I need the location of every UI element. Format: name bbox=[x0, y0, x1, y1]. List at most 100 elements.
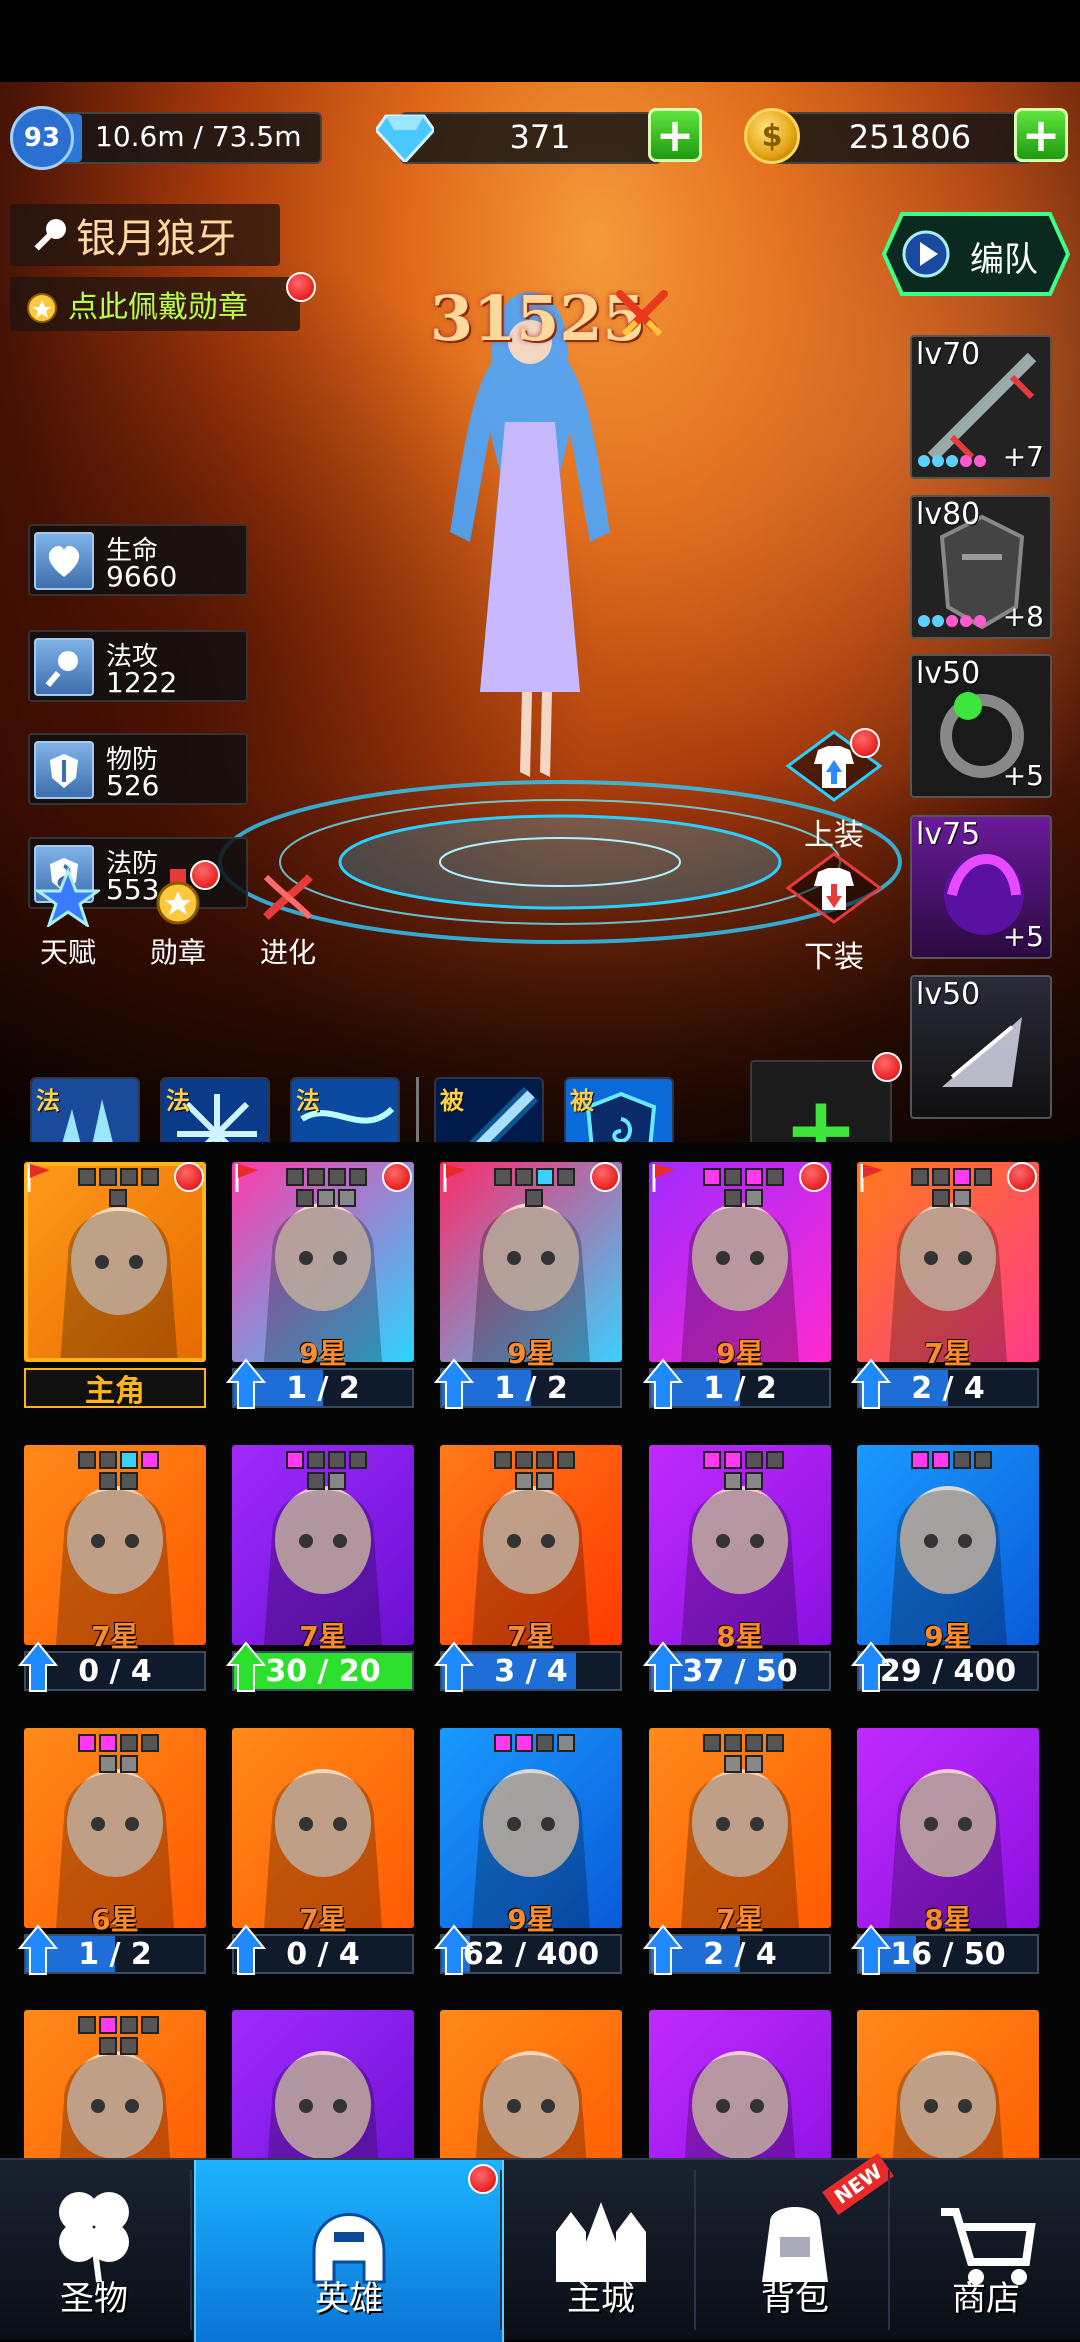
equip-up-label: 上装 bbox=[804, 818, 864, 853]
nav-separator bbox=[888, 2170, 890, 2330]
gem-dot bbox=[974, 615, 986, 627]
skill-slot-1[interactable]: 法 bbox=[160, 1077, 270, 1142]
gem-slot bbox=[77, 2016, 96, 2034]
upgrade-arrow-icon bbox=[18, 1641, 58, 1692]
upgrade-arrow-icon bbox=[643, 1641, 683, 1692]
nav-backpack[interactable]: 背包 NEW bbox=[698, 2152, 894, 2342]
hero-card[interactable]: 7星 30 / 20 bbox=[226, 1445, 414, 1700]
nav-separator bbox=[500, 2170, 502, 2330]
skill-slot-3[interactable]: 被 bbox=[434, 1077, 544, 1142]
skill-divider bbox=[416, 1077, 419, 1142]
gem-slot bbox=[119, 1472, 138, 1490]
equipment-slot-3[interactable]: lv75 +5 bbox=[910, 815, 1052, 959]
notification-dot bbox=[799, 1162, 829, 1192]
player-level-badge[interactable]: 93 bbox=[10, 106, 74, 170]
gem-slot bbox=[514, 1734, 533, 1752]
gem-slot bbox=[77, 1168, 96, 1186]
gem-slot bbox=[119, 2037, 138, 2055]
hero-shard-count: 1 / 2 bbox=[703, 1370, 777, 1406]
gem-slot bbox=[514, 1472, 533, 1490]
nav-shopping-cart[interactable]: 商店 bbox=[892, 2160, 1080, 2342]
flag-icon bbox=[443, 1164, 466, 1192]
equipment-slot-1[interactable]: lv80 +8 bbox=[910, 495, 1052, 639]
talent-button[interactable]: 天赋 bbox=[28, 867, 108, 971]
magic-wand-icon-glyph bbox=[45, 651, 78, 687]
magic-wand-icon bbox=[34, 638, 94, 696]
gem-slot bbox=[556, 1734, 575, 1752]
upgrade-arrow-icon bbox=[851, 1358, 891, 1409]
add-gold-button[interactable]: + bbox=[1014, 108, 1068, 162]
gem-slot bbox=[140, 1734, 159, 1752]
gem-slot bbox=[723, 1755, 742, 1773]
gem-slot bbox=[952, 1451, 971, 1469]
stat-0: 生命 9660 bbox=[28, 524, 248, 596]
nav-label: 圣物 bbox=[60, 2279, 128, 2319]
hero-card[interactable]: 9星 62 / 400 bbox=[434, 1728, 622, 1983]
gem-slot bbox=[556, 1168, 575, 1186]
equipment-slot-2[interactable]: lv50 +5 bbox=[910, 654, 1052, 798]
gem-slot bbox=[702, 1734, 721, 1752]
hero-card[interactable]: 7星 2 / 4 bbox=[851, 1162, 1039, 1417]
sword-shield-icon bbox=[34, 741, 94, 799]
gem-slot bbox=[744, 1168, 763, 1186]
nav-clover[interactable]: 圣物 bbox=[0, 2160, 188, 2342]
wear-medal-button[interactable]: 点此佩戴勋章 bbox=[10, 277, 300, 331]
skill-type-tag: 法 bbox=[296, 1087, 320, 1115]
flag-icon bbox=[652, 1164, 675, 1192]
gem-slot bbox=[77, 1451, 96, 1469]
gem-slot bbox=[98, 1472, 117, 1490]
gem-slot bbox=[931, 1189, 950, 1207]
gem-slot bbox=[327, 1168, 346, 1186]
equipment-slot-4[interactable]: lv50 bbox=[910, 975, 1052, 1119]
equipment-level: lv50 bbox=[916, 977, 981, 1012]
add-gems-button[interactable]: + bbox=[648, 108, 702, 162]
skill-slot-2[interactable]: 法 bbox=[290, 1077, 400, 1142]
skill-slot-4[interactable]: 被 bbox=[564, 1077, 674, 1142]
skill-type-tag: 被 bbox=[570, 1087, 594, 1115]
evolve-button[interactable]: 进化 bbox=[248, 867, 328, 971]
gem-slot bbox=[348, 1168, 367, 1186]
gem-slot bbox=[77, 1734, 96, 1752]
hero-shard-count: 1 / 2 bbox=[494, 1370, 568, 1406]
hero-card[interactable]: 主角 bbox=[24, 1162, 206, 1417]
equip-down-button[interactable]: 下装 bbox=[784, 852, 884, 975]
hero-gem-slots bbox=[901, 1168, 1001, 1207]
hero-card[interactable]: 9星 1 / 2 bbox=[226, 1162, 414, 1417]
nav-separator bbox=[190, 2170, 192, 2330]
skill-slot-0[interactable]: 法 bbox=[30, 1077, 140, 1142]
gold-count: 251806 bbox=[848, 118, 972, 156]
hero-card[interactable]: 8星 37 / 50 bbox=[643, 1445, 831, 1700]
gem-slot bbox=[98, 1755, 117, 1773]
gem-slot bbox=[285, 1168, 304, 1186]
nav-label: 背包 bbox=[761, 2279, 829, 2319]
gem-slot bbox=[140, 1168, 159, 1186]
gem-slot bbox=[306, 1168, 325, 1186]
gem-slot bbox=[140, 2016, 159, 2034]
evolve-label: 进化 bbox=[259, 936, 316, 969]
gem-slot bbox=[119, 2016, 138, 2034]
gem-slot bbox=[119, 1755, 138, 1773]
gem-slot bbox=[98, 1451, 117, 1469]
hero-card[interactable]: 9星 29 / 400 bbox=[851, 1445, 1039, 1700]
gem-slot bbox=[723, 1451, 742, 1469]
hero-card[interactable]: 7星 2 / 4 bbox=[643, 1728, 831, 1983]
gem-slot bbox=[952, 1189, 971, 1207]
gem-slot bbox=[765, 1734, 784, 1752]
gem-dot bbox=[946, 455, 958, 467]
hero-shard-progress: 62 / 400 bbox=[440, 1934, 622, 1974]
hero-card[interactable]: 7星 0 / 4 bbox=[18, 1445, 206, 1700]
hero-card[interactable]: 9星 1 / 2 bbox=[434, 1162, 622, 1417]
flag-icon bbox=[27, 1164, 50, 1192]
hero-card[interactable]: 8星 16 / 50 bbox=[851, 1728, 1039, 1983]
gem-slot bbox=[744, 1755, 763, 1773]
hero-card[interactable]: 6星 1 / 2 bbox=[18, 1728, 206, 1983]
equipment-slot-0[interactable]: lv70 +7 bbox=[910, 335, 1052, 479]
hero-card[interactable]: 7星 0 / 4 bbox=[226, 1728, 414, 1983]
add-equipment-slot-button[interactable]: + bbox=[750, 1060, 892, 1142]
nav-helmet[interactable]: 英雄 bbox=[194, 2160, 504, 2342]
nav-castle[interactable]: 主城 bbox=[504, 2160, 698, 2342]
hero-card[interactable]: 7星 3 / 4 bbox=[434, 1445, 622, 1700]
stat-value: 526 bbox=[106, 769, 160, 802]
hero-card[interactable]: 9星 1 / 2 bbox=[643, 1162, 831, 1417]
notification-dot bbox=[872, 1052, 902, 1082]
